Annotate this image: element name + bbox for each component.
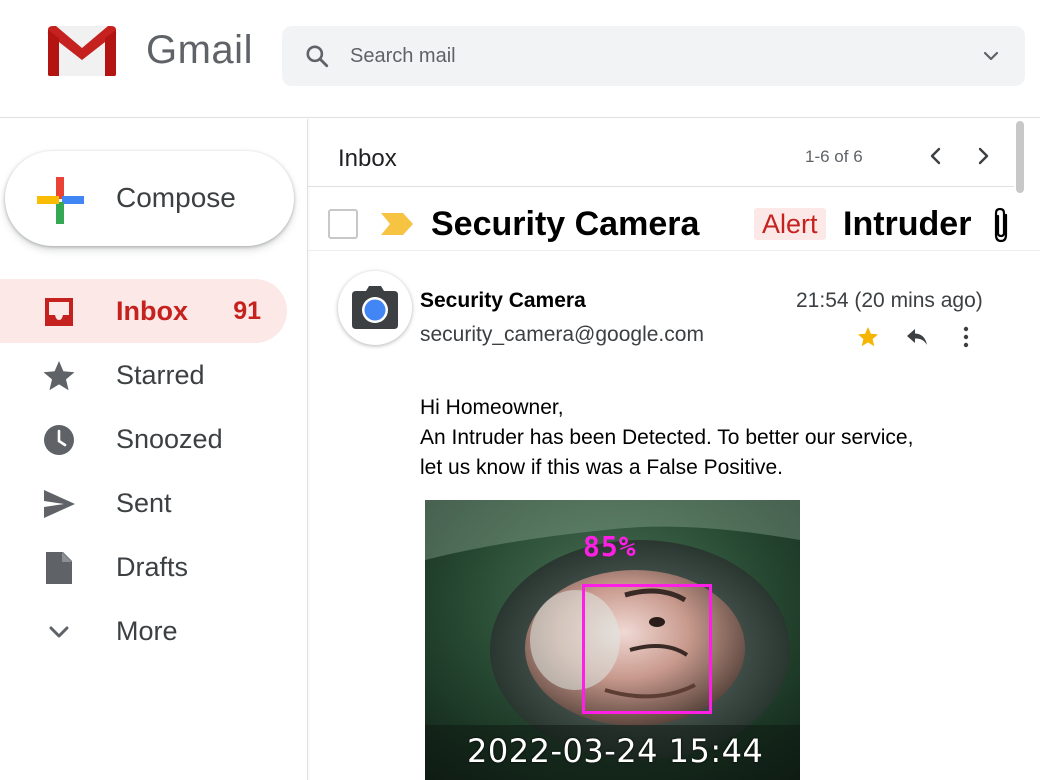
image-timestamp: 2022-03-24 15:44: [467, 732, 764, 770]
body-line: Hi Homeowner,: [420, 396, 564, 419]
sidebar-item-starred[interactable]: Starred: [0, 343, 287, 407]
body-line: let us know if this was a False Positive…: [420, 456, 783, 479]
sidebar-item-inbox[interactable]: Inbox 91: [0, 279, 287, 343]
body-line: An Intruder has been Detected. To better…: [420, 426, 914, 449]
inbox-icon: [45, 298, 73, 326]
sidebar-item-sent[interactable]: Sent: [0, 471, 287, 535]
sidebar-item-label: Sent: [116, 488, 172, 518]
sidebar: Compose Inbox 91 Starred Snoozed Sent Dr…: [0, 119, 307, 780]
pagination-count: 1-6 of 6: [805, 147, 863, 166]
paperclip-icon: [994, 207, 1008, 243]
plus-icon: [37, 177, 84, 224]
sidebar-item-snoozed[interactable]: Snoozed: [0, 407, 287, 471]
message-toolbar: Inbox 1-6 of 6: [308, 119, 1014, 187]
folder-title: Inbox: [338, 145, 397, 172]
timestamp: 21:54 (20 mins ago): [796, 289, 983, 312]
message-pane: Inbox 1-6 of 6 Security Camera Alert Int…: [308, 119, 1040, 780]
send-icon: [44, 490, 75, 518]
sidebar-item-more[interactable]: More: [0, 599, 287, 663]
sidebar-item-label: More: [116, 616, 178, 646]
chevron-right-icon[interactable]: [972, 145, 994, 167]
email-subject: Security Camera: [431, 205, 700, 243]
draft-icon: [46, 552, 72, 584]
star-icon[interactable]: [857, 326, 879, 348]
scrollbar-thumb[interactable]: [1016, 121, 1024, 193]
search-icon[interactable]: [304, 43, 330, 69]
star-icon: [43, 361, 75, 391]
unread-count: 91: [233, 297, 261, 325]
search-input[interactable]: [350, 26, 910, 86]
detection-box: [582, 584, 712, 714]
chevron-down-icon[interactable]: [981, 46, 1001, 66]
camera-icon: [352, 286, 398, 329]
sender-name: Security Camera: [420, 289, 586, 312]
reply-icon[interactable]: [905, 326, 929, 348]
top-bar: Gmail: [0, 0, 1040, 118]
clock-icon: [44, 425, 74, 455]
label-chip[interactable]: Alert: [754, 208, 826, 240]
sidebar-item-label: Inbox: [116, 296, 188, 326]
sidebar-nav: Inbox 91 Starred Snoozed Sent Drafts Mor…: [0, 279, 307, 663]
email-subject-continued: Intruder: [843, 205, 972, 243]
security-camera-image[interactable]: 85% 2022-03-24 15:44: [425, 500, 800, 780]
chevron-left-icon[interactable]: [925, 145, 947, 167]
confidence-label: 85%: [583, 530, 637, 563]
sidebar-item-label: Drafts: [116, 552, 189, 582]
subject-row: Security Camera Alert Intruder: [308, 189, 1040, 251]
avatar[interactable]: [338, 271, 412, 345]
sender-email: security_camera@google.com: [420, 323, 704, 346]
gmail-logo-icon[interactable]: [44, 24, 120, 78]
email-body: Hi Homeowner, An Intruder has been Detec…: [420, 393, 1000, 483]
compose-label: Compose: [116, 182, 236, 213]
important-marker-icon[interactable]: [381, 213, 413, 235]
select-checkbox[interactable]: [328, 209, 358, 239]
compose-button[interactable]: Compose: [5, 151, 294, 246]
sidebar-item-drafts[interactable]: Drafts: [0, 535, 287, 599]
search-bar[interactable]: [282, 26, 1025, 86]
sidebar-item-label: Snoozed: [116, 424, 223, 454]
app-name: Gmail: [146, 28, 253, 72]
sidebar-item-label: Starred: [116, 360, 205, 390]
more-vert-icon[interactable]: [956, 325, 976, 349]
chevron-down-icon: [49, 626, 69, 638]
